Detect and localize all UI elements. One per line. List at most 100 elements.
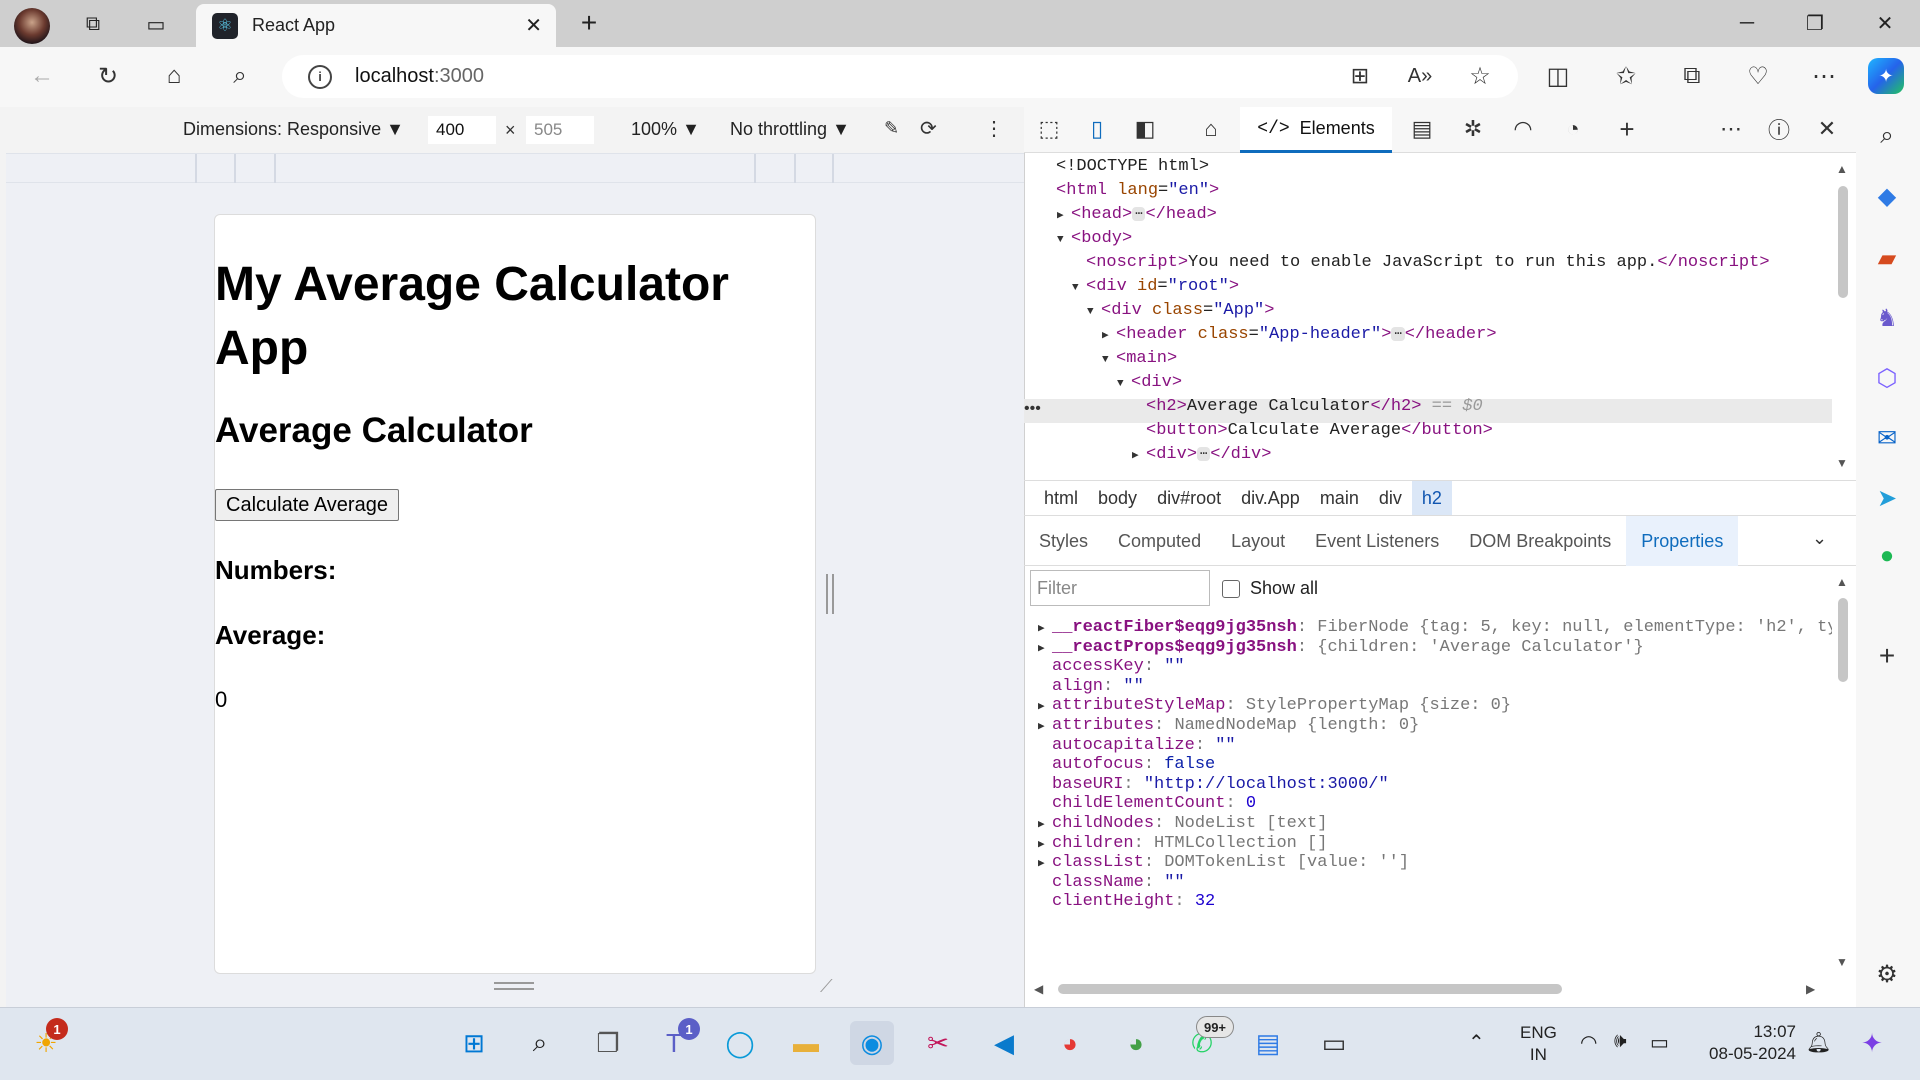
notepad-icon[interactable]: ▤ [1246,1021,1290,1065]
expand-triangle-icon[interactable]: ▼ [1087,300,1101,324]
breadcrumb-item[interactable]: div.App [1231,481,1310,515]
file-explorer-icon[interactable]: ▬ [784,1021,828,1065]
dom-scroll-down-icon[interactable]: ▼ [1836,456,1848,470]
dom-line[interactable]: <!DOCTYPE html> [1042,155,1209,179]
dom-line[interactable]: <button>Calculate Average</button> [1132,419,1493,443]
resize-handle-bottom[interactable] [494,982,534,990]
app-available-icon[interactable]: ⊞ [1342,58,1378,94]
performance-icon[interactable]: ◔ [1558,114,1588,144]
width-input[interactable]: 400 [428,116,496,144]
props-scroll-down-icon[interactable]: ▼ [1836,955,1848,969]
expand-triangle-icon[interactable]: ▼ [1057,228,1071,252]
tab-react-app[interactable]: ⚛ React App ✕ [196,4,556,47]
dom-scroll-up-icon[interactable]: ▲ [1836,162,1848,176]
breadcrumb-item[interactable]: html [1034,481,1088,515]
sources-bug-icon[interactable]: ✲ [1458,114,1488,144]
close-tab-icon[interactable]: ✕ [525,13,542,38]
expand-triangle-icon[interactable]: ▶ [1057,204,1071,228]
dom-line[interactable]: ▶ <head> ⋯ </head> [1057,203,1217,227]
cortana-circle-icon[interactable]: ◯ [718,1021,762,1065]
device-emulation-icon[interactable]: ▯ [1082,114,1112,144]
chrome-icon[interactable]: ◕ [1048,1021,1092,1065]
resize-handle-right[interactable] [826,574,834,614]
search-icon[interactable]: ⌕ [222,58,258,94]
edge-browser-icon[interactable]: ◉ [850,1021,894,1065]
expand-triangle-icon[interactable]: ▼ [1102,348,1116,372]
dock-side-icon[interactable]: ◧ [1130,114,1160,144]
collapsed-ellipsis-icon[interactable]: ⋯ [1132,206,1146,221]
favorites-icon[interactable]: ✩ [1608,58,1644,94]
resize-corner-icon[interactable]: ⟋ [820,976,833,997]
close-window-icon[interactable]: ✕ [1872,10,1898,36]
welcome-home-icon[interactable]: ⌂ [1196,114,1226,144]
clock[interactable]: 13:07 08-05-2024 [1700,1021,1796,1065]
address-bar[interactable]: i localhost:3000 [282,55,1518,98]
dom-tree[interactable]: <!DOCTYPE html> <html lang="en"> ▶ <head> ⋯ <… [1024,153,1832,480]
tab-computed[interactable]: Computed [1103,516,1216,566]
props-scroll-left-icon[interactable]: ◀ [1034,982,1043,996]
props-scrollbar[interactable] [1838,598,1848,682]
home-icon[interactable]: ⌂ [156,58,192,94]
outlook-icon[interactable]: ✉ [1869,420,1905,456]
more-tools-plus-icon[interactable]: + [1612,114,1642,144]
dom-scrollbar[interactable] [1838,186,1848,298]
back-icon[interactable]: ← [24,58,60,94]
close-devtools-icon[interactable]: ✕ [1812,114,1842,144]
dom-line[interactable]: <h2>Average Calculator</h2> == $0 [1132,395,1483,419]
dom-line[interactable]: <noscript>You need to enable JavaScript … [1072,251,1770,275]
browser-essentials-icon[interactable]: ♡ [1740,58,1776,94]
sidebar-add-icon[interactable]: + [1869,638,1905,674]
dom-line[interactable]: ▶ <div> ⋯ </div> [1132,443,1271,467]
more-menu-icon[interactable]: ⋯ [1806,58,1842,94]
dom-line[interactable]: ▼ <body> [1057,227,1132,251]
copilot-taskbar-icon[interactable]: ✦ [1850,1021,1894,1065]
throttling-dropdown[interactable]: No throttling ▼ [730,119,850,140]
refresh-icon[interactable]: ↻ [90,58,126,94]
dom-line[interactable]: ▼ <main> [1102,347,1177,371]
subtabs-overflow-chevron-icon[interactable]: ⌄ [1812,528,1827,549]
tab-actions-icon[interactable]: ▭ [143,11,169,37]
checkbox-box[interactable] [1222,579,1240,598]
zoom-dropdown[interactable]: 100% ▼ [631,119,700,140]
breadcrumb-item[interactable]: h2 [1411,481,1452,515]
restore-icon[interactable]: ❐ [1802,10,1828,36]
tab-properties[interactable]: Properties [1626,515,1739,566]
terminal-icon[interactable]: ▭ [1312,1021,1356,1065]
task-view-icon[interactable]: ❐ [586,1021,630,1065]
dom-line[interactable]: ▼ <div id="root"> [1072,275,1239,299]
tab-event-listeners[interactable]: Event Listeners [1300,516,1454,566]
sidebar-search-icon[interactable]: ⌕ [1869,118,1905,154]
copilot-icon[interactable]: ✦ [1868,58,1904,94]
collapsed-ellipsis-icon[interactable]: ⋯ [1391,326,1405,341]
site-info-icon[interactable]: i [308,64,332,89]
show-all-checkbox[interactable]: Show all [1222,578,1318,599]
show-hidden-icons-chevron-icon[interactable]: ⌃ [1468,1030,1485,1055]
breadcrumb-item[interactable]: body [1088,481,1147,515]
vscode-icon[interactable]: ◀ [982,1021,1026,1065]
devtools-more-icon[interactable]: ⋯ [1716,114,1746,144]
notification-bell-icon[interactable]: 🔔︎ [1806,1030,1831,1055]
telegram-icon[interactable]: ➤ [1869,480,1905,516]
dom-line[interactable]: ▼ <div class="App"> [1087,299,1274,323]
rotate-icon[interactable]: ⟳ [920,116,937,141]
minimize-icon[interactable]: ─ [1734,10,1760,36]
emulation-more-icon[interactable]: ⋮ [984,116,1004,141]
windows-start-icon[interactable]: ⊞ [452,1021,496,1065]
dom-line[interactable]: ▼ <div> [1117,371,1182,395]
wifi-icon[interactable]: ◠ [1580,1030,1597,1055]
breadcrumb-item[interactable]: div#root [1147,481,1231,515]
console-icon[interactable]: ▤ [1407,114,1437,144]
properties-filter-input[interactable]: Filter [1030,570,1210,606]
expand-triangle-icon[interactable]: ▶ [1132,444,1146,468]
dom-line[interactable]: <html lang="en"> [1042,179,1219,203]
expand-triangle-icon[interactable]: ▼ [1117,372,1131,396]
pen-icon[interactable]: ✎ [884,118,899,139]
language-indicator[interactable]: ENG IN [1520,1022,1557,1066]
workspaces-icon[interactable]: ⧉ [80,11,106,37]
spotify-icon[interactable]: ● [1869,538,1905,574]
collapsed-ellipsis-icon[interactable]: ⋯ [1197,446,1211,461]
props-scroll-right-icon[interactable]: ▶ [1806,982,1815,996]
props-horizontal-scrollbar[interactable] [1058,984,1562,994]
games-icon[interactable]: ♞ [1869,300,1905,336]
snipping-tool-icon[interactable]: ✂ [916,1021,960,1065]
